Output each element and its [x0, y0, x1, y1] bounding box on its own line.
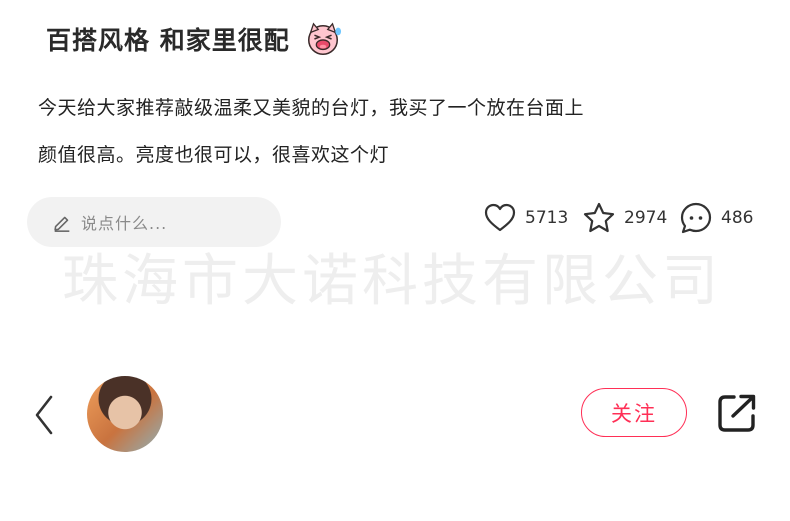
like-button[interactable]: 5713 — [483, 201, 568, 235]
avatar[interactable] — [87, 376, 163, 452]
star-icon — [583, 202, 615, 233]
post-title: 百搭风格 和家里很配 — [46, 26, 290, 55]
pen-icon — [54, 216, 70, 232]
favorite-count: 2974 — [624, 208, 668, 228]
comment-placeholder: 说点什么... — [81, 214, 168, 233]
comment-button[interactable]: 486 — [679, 201, 753, 235]
post-body: 今天给大家推荐敲级温柔又美貌的台灯，我买了一个放在台面上 颜值很高。亮度也很可以… — [38, 85, 758, 179]
back-chevron-icon[interactable] — [30, 393, 58, 437]
watermark: 珠海市大诺科技有限公司 — [62, 249, 722, 314]
heart-icon — [484, 203, 516, 232]
laughing-pig-emoji-icon — [307, 22, 341, 55]
post-body-line: 颜值很高。亮度也很可以，很喜欢这个灯 — [38, 144, 390, 166]
post-title-row: 百搭风格 和家里很配 — [46, 20, 342, 58]
follow-button[interactable]: 关注 — [581, 388, 687, 437]
comment-icon — [680, 202, 712, 234]
comment-count: 486 — [721, 208, 754, 228]
like-count: 5713 — [525, 208, 569, 228]
post-body-line: 今天给大家推荐敲级温柔又美貌的台灯，我买了一个放在台面上 — [38, 97, 585, 119]
favorite-button[interactable]: 2974 — [582, 201, 667, 235]
share-icon[interactable] — [716, 392, 758, 434]
